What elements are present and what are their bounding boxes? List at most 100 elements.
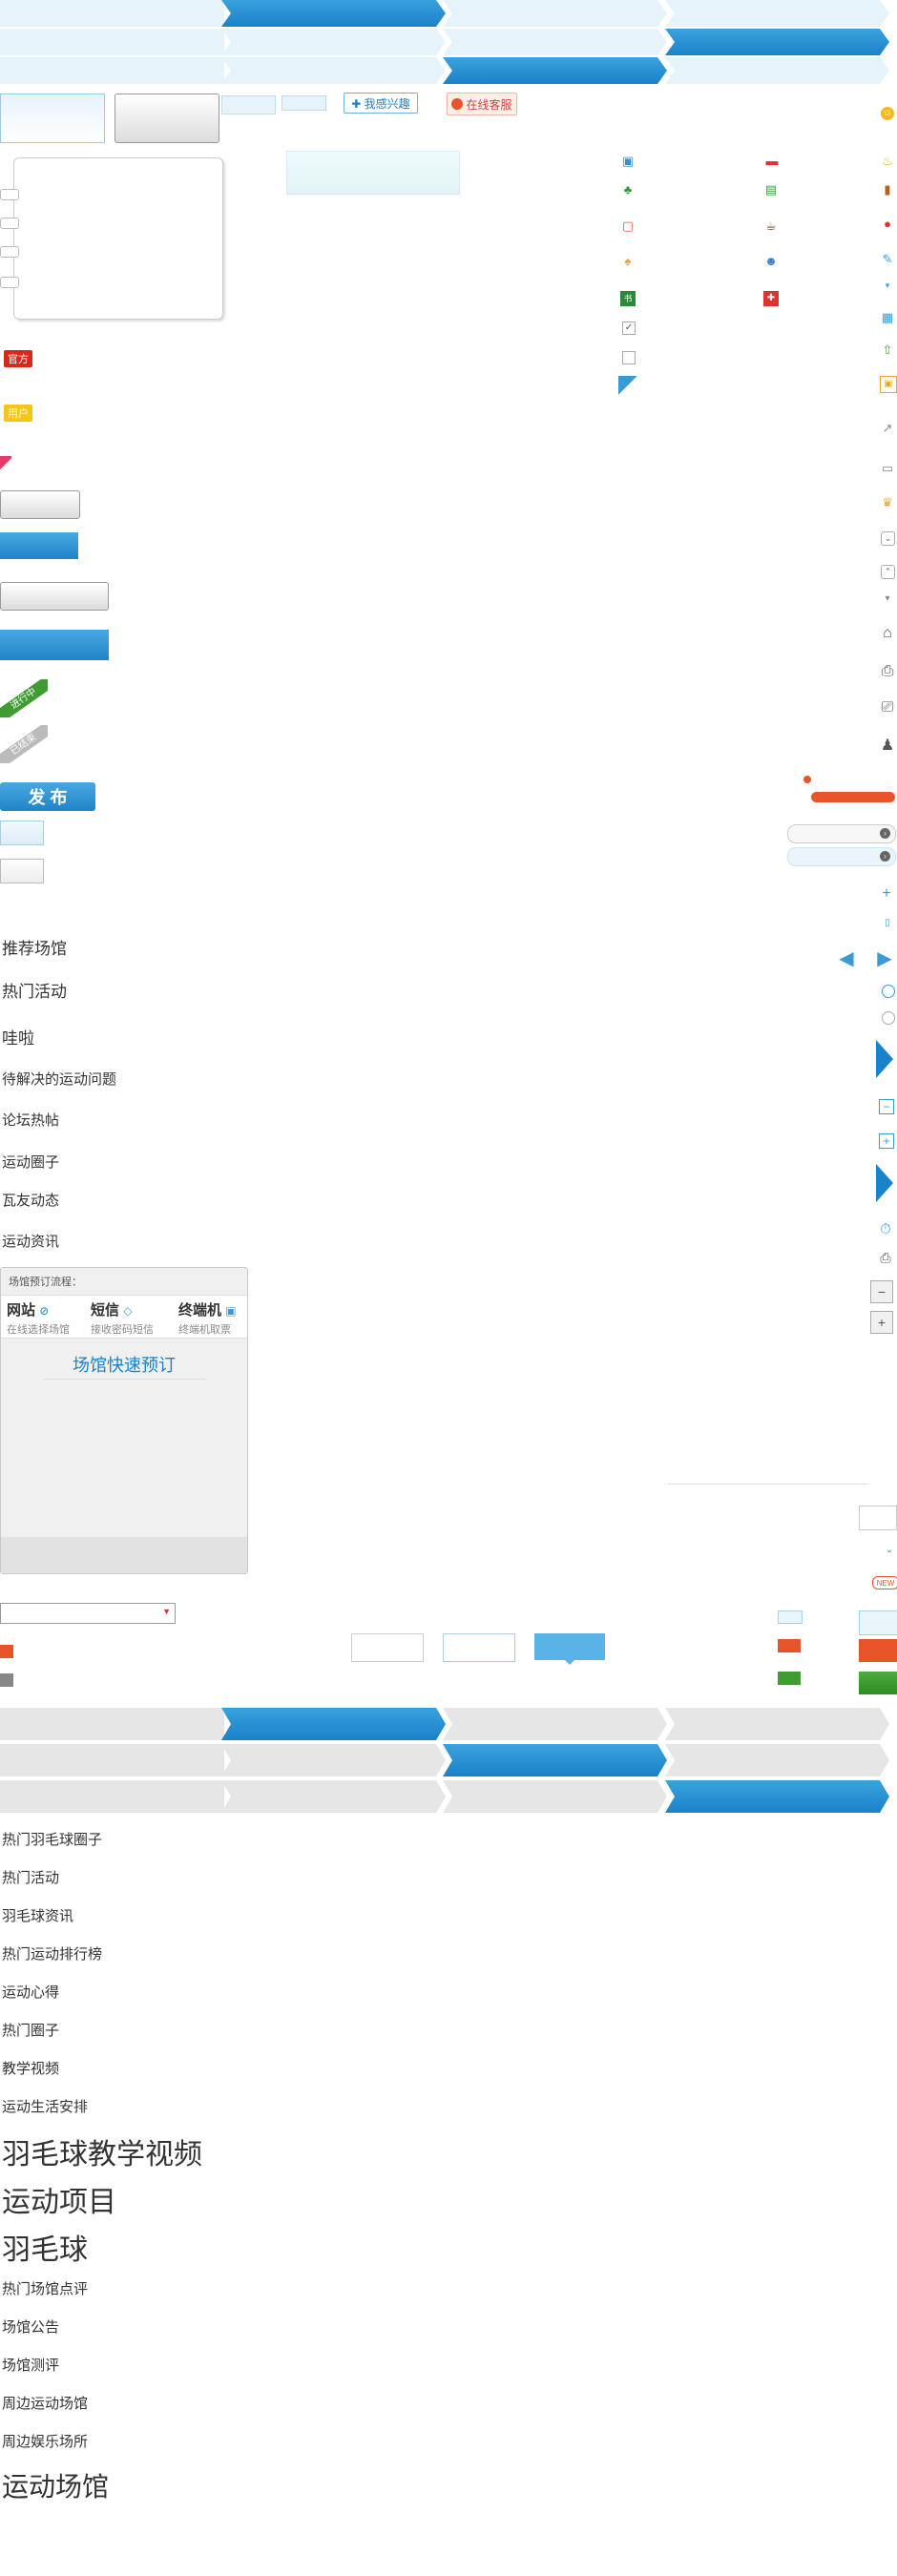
chevron-down-icon[interactable]: ⌄ <box>881 531 895 546</box>
corner-ribbon <box>0 456 11 471</box>
new-badge: NEW <box>872 1576 897 1589</box>
share-icon[interactable]: ↗ <box>880 420 895 435</box>
trophy-icon: ♛ <box>882 494 893 509</box>
play-triangle-icon[interactable] <box>876 1040 893 1078</box>
step-sms-desc: 接收密码短信 <box>91 1324 154 1336</box>
minus-box-icon[interactable]: − <box>879 1099 894 1114</box>
ended-label: 已结束 <box>0 725 48 763</box>
input-focus[interactable] <box>443 1633 515 1662</box>
heading-teaching-videos: 教学视频 <box>2 2061 60 2077</box>
step-terminal-name: 终端机 <box>178 1302 222 1319</box>
step-3-active <box>443 57 667 84</box>
chevron-down-icon: ▼ <box>162 1607 171 1616</box>
swatch-light-blue[interactable] <box>859 1610 897 1635</box>
heading-sports-news: 运动资讯 <box>2 1234 60 1250</box>
home-icon[interactable]: ⌂ <box>878 624 897 643</box>
service-person-icon <box>451 98 464 110</box>
chevron-up-icon[interactable]: ⌃ <box>881 565 895 579</box>
interest-button[interactable]: ✚ 我感兴趣 <box>344 93 418 114</box>
go-icon[interactable]: › <box>880 851 890 862</box>
printer-2-icon[interactable]: ⎙ <box>878 1250 893 1265</box>
quick-booking-link[interactable]: 场馆快速预订 <box>1 1352 247 1377</box>
side-tab-3[interactable] <box>0 246 19 258</box>
step-1 <box>0 29 224 55</box>
chevron-down-blue-icon[interactable]: ⌄ <box>884 1546 895 1555</box>
heading-wala: 哇啦 <box>2 1029 34 1048</box>
tab-active[interactable] <box>0 93 105 143</box>
gray-button-small[interactable] <box>0 490 80 519</box>
chevron-down-small-icon[interactable]: ▾ <box>882 280 893 290</box>
step-3-active <box>443 1744 667 1776</box>
small-blue-box[interactable] <box>0 821 44 845</box>
go-icon[interactable]: › <box>880 828 890 839</box>
arrow-left-icon[interactable]: ◀ <box>838 949 855 968</box>
publish-button[interactable]: 发 布 <box>0 782 95 811</box>
service-label: 在线客服 <box>466 97 512 112</box>
heading-sports-experience: 运动心得 <box>2 1984 60 2001</box>
step-4 <box>665 57 889 84</box>
plus-gray-icon[interactable]: + <box>870 1311 893 1334</box>
blue-button-large[interactable] <box>0 630 109 660</box>
side-tab-4[interactable] <box>0 277 19 288</box>
step-4 <box>665 1708 889 1740</box>
side-tab-2[interactable] <box>0 218 19 229</box>
step-2 <box>221 1744 446 1776</box>
plus-box-icon[interactable]: + <box>879 1133 894 1149</box>
input-plain[interactable] <box>351 1633 424 1662</box>
ticket-icon: ⎙ <box>881 663 894 679</box>
circle-gray-icon[interactable] <box>882 1011 895 1025</box>
play-triangle-2-icon[interactable] <box>876 1164 893 1202</box>
interest-label: ✚ 我感兴趣 <box>351 96 410 111</box>
step-sms-name: 短信 <box>91 1302 120 1319</box>
tab-inactive[interactable] <box>115 93 219 143</box>
dot-down-icon: ▾ <box>885 593 890 604</box>
divider-line <box>668 1484 868 1485</box>
user-tag: 用户 <box>4 405 32 422</box>
gray-square <box>0 1673 13 1687</box>
ongoing-label: 进行中 <box>0 679 48 717</box>
pill-input-1[interactable]: › <box>787 824 896 843</box>
heading-badminton-videos: 羽毛球教学视频 <box>2 2139 202 2171</box>
booking-step-web: 网站 ⊘ 在线选择场馆 <box>7 1299 88 1337</box>
info-box <box>286 151 460 195</box>
printer-icon[interactable]: ⎚ <box>878 698 897 717</box>
checkbox-checked-icon[interactable]: ✓ <box>622 322 636 335</box>
comment-icon[interactable]: ▭ <box>880 460 895 475</box>
gray-button-large[interactable] <box>0 582 109 611</box>
checkbox-empty-icon[interactable] <box>622 351 636 364</box>
swatch-orange[interactable] <box>859 1639 897 1662</box>
ongoing-ribbon: 进行中 <box>0 679 48 717</box>
plus-blue-icon[interactable]: + <box>880 886 893 902</box>
cake-icon: ♨ <box>882 153 893 168</box>
ended-ribbon: 已结束 <box>0 725 48 763</box>
small-tab-2[interactable] <box>282 95 326 111</box>
small-input[interactable] <box>859 1506 897 1530</box>
small-gray-box[interactable] <box>0 859 44 883</box>
divider <box>44 1379 206 1380</box>
gift-icon: ▦ <box>881 309 894 324</box>
minus-gray-icon[interactable]: − <box>870 1280 893 1303</box>
input-active[interactable] <box>534 1633 605 1660</box>
swatch-green[interactable] <box>859 1672 897 1694</box>
book-icon: 书 <box>620 291 636 306</box>
booking-footer <box>1 1537 247 1573</box>
circle-icon[interactable] <box>882 985 895 998</box>
side-tab-1[interactable] <box>0 189 19 200</box>
service-button[interactable]: 在线客服 <box>447 93 517 115</box>
step-2 <box>221 57 446 84</box>
clock-icon: ⏱ <box>880 1220 891 1237</box>
arrow-right-icon[interactable]: ▶ <box>876 949 893 968</box>
pill-input-2[interactable]: › <box>787 847 896 866</box>
caret-down-icon <box>565 1660 574 1665</box>
select-dropdown[interactable]: ▼ <box>0 1603 176 1624</box>
small-tab-1[interactable] <box>221 95 276 114</box>
pencil-icon: ✎ <box>882 251 893 266</box>
step-2-active <box>221 1708 446 1740</box>
heading-sports-projects: 运动项目 <box>2 2187 116 2218</box>
step-2 <box>221 29 446 55</box>
heading-forum-posts: 论坛热帖 <box>2 1112 60 1129</box>
step-1 <box>0 1708 224 1740</box>
step-3 <box>443 1708 667 1740</box>
heading-sports-circles: 运动圈子 <box>2 1154 60 1171</box>
blue-button-small[interactable] <box>0 532 78 559</box>
